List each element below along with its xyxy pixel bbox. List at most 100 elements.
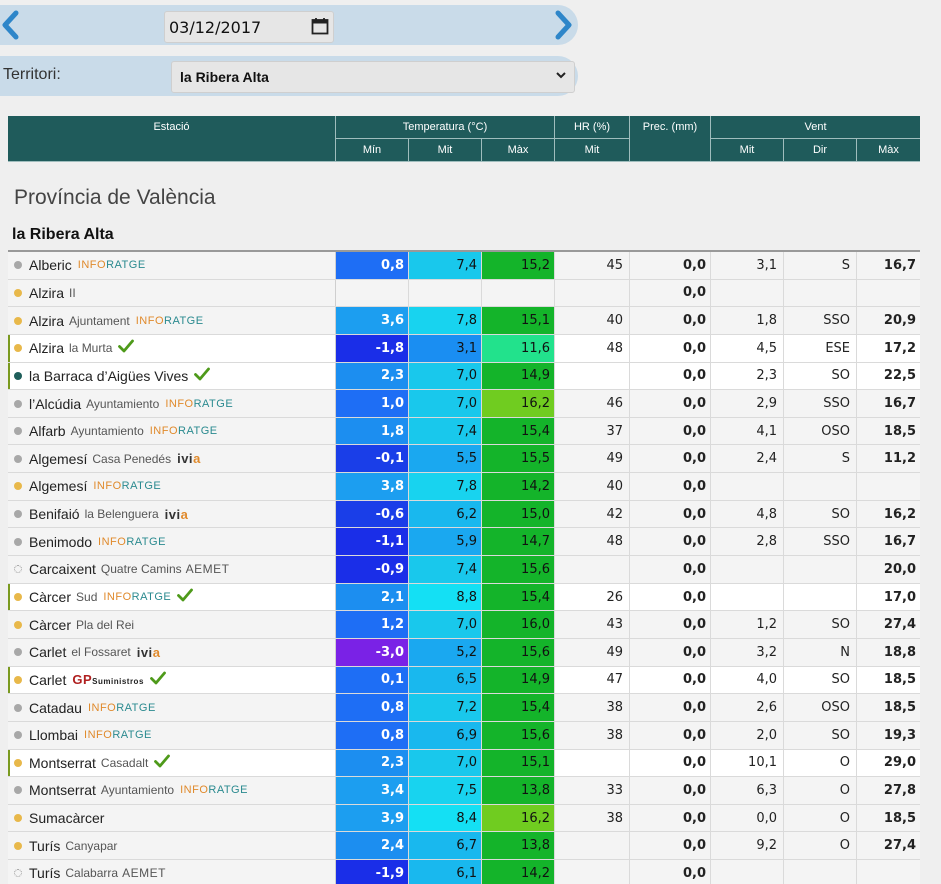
previous-day-arrow-icon[interactable] — [0, 9, 22, 41]
table-row[interactable]: Càrcer Sud INFORATGE 2,1 8,8 15,4 26 0,0 17,0 — [8, 583, 920, 612]
station-cell[interactable]: l’Alcúdia Ayuntamiento INFORATGE — [8, 390, 336, 417]
table-row[interactable]: Turís Calabarra AEMET -1,9 6,1 14,2 0,0 — [8, 860, 920, 884]
station-cell[interactable]: Montserrat Ayuntamiento INFORATGE — [8, 777, 336, 804]
header-precipitation[interactable]: Prec. (mm) — [630, 116, 711, 162]
station-cell[interactable]: Sumacàrcer — [8, 804, 336, 832]
station-cell[interactable]: Càrcer Pla del Rei — [8, 611, 336, 638]
station-name[interactable]: Carlet — [29, 644, 66, 660]
station-cell[interactable]: Carlet GPSuministros — [8, 666, 336, 694]
table-row[interactable]: Algemesí Casa Penedés ivia -0,1 5,5 15,5 49 0,0… — [8, 445, 920, 474]
station-name[interactable]: Càrcer — [29, 589, 71, 605]
table-row[interactable]: Alzira la Murta -1,8 3,1 11,6 48 0,0 4,5 ESE 17,2 — [8, 334, 920, 363]
table-row[interactable]: Alzira Ajuntament INFORATGE 3,6 7,8 15,1 40 0,0… — [8, 307, 920, 335]
station-cell[interactable]: Alberic INFORATGE — [8, 252, 336, 279]
station-cell[interactable]: Alzira la Murta — [8, 334, 336, 362]
station-cell[interactable]: Càrcer Sud INFORATGE — [8, 583, 336, 611]
station-cell[interactable]: Alzira II — [8, 279, 336, 307]
station-name[interactable]: Montserrat — [29, 755, 96, 771]
station-cell[interactable]: Montserrat Casadalt — [8, 749, 336, 777]
station-name[interactable]: Alberic — [29, 257, 72, 273]
date-input[interactable]: 03/12/2017 — [164, 11, 334, 43]
station-cell[interactable]: Benifaió la Belenguera ivia — [8, 500, 336, 528]
station-cell[interactable]: Algemesí Casa Penedés ivia — [8, 445, 336, 473]
wind-dir-cell: OSO — [784, 417, 857, 445]
table-row[interactable]: Benimodo INFORATGE -1,1 5,9 14,7 48 0,0 2,8 SSO 1… — [8, 528, 920, 557]
station-cell[interactable]: Carlet el Fossaret ivia — [8, 638, 336, 666]
station-name[interactable]: Alzira — [29, 340, 64, 356]
station-name[interactable]: Algemesí — [29, 451, 87, 467]
header-humidity: HR (%) — [555, 116, 630, 139]
temp-max-cell: 15,4 — [482, 417, 555, 445]
station-name[interactable]: l’Alcúdia — [29, 396, 81, 412]
table-row[interactable]: Càrcer Pla del Rei 1,2 7,0 16,0 43 0,0 1,2 SO 27,… — [8, 611, 920, 639]
temp-mit-cell: 7,5 — [409, 777, 482, 804]
station-location: Casa Penedés — [92, 451, 172, 466]
next-day-arrow-icon[interactable] — [552, 9, 574, 41]
table-row[interactable]: Carlet el Fossaret ivia -3,0 5,2 15,6 49 0,0 3,2… — [8, 638, 920, 667]
table-row[interactable]: Catadau INFORATGE 0,8 7,2 15,4 38 0,0 2,6 OSO 18,… — [8, 694, 920, 722]
table-row[interactable]: Llombai INFORATGE 0,8 6,9 15,6 38 0,0 2,0 SO 19,3 — [8, 721, 920, 750]
station-name[interactable]: Sumacàrcer — [29, 810, 104, 826]
table-row[interactable]: l’Alcúdia Ayuntamiento INFORATGE 1,0 7,0 16,2… — [8, 390, 920, 418]
station-name[interactable]: Algemesí — [29, 478, 87, 494]
station-name[interactable]: Turís — [29, 838, 60, 854]
station-cell[interactable]: la Barraca d’Aigües Vives — [8, 362, 336, 390]
header-temp-mit[interactable]: Mit — [409, 139, 482, 162]
table-row[interactable]: Carcaixent Quatre Camins AEMET -0,9 7,4 15,6 0… — [8, 556, 920, 584]
station-name[interactable]: Turís — [29, 865, 60, 881]
station-name[interactable]: Alzira — [29, 313, 64, 329]
calendar-icon[interactable] — [311, 17, 329, 35]
table-row[interactable]: Turís Canyapar 2,4 6,7 13,8 0,0 9,2 O 27,4 — [8, 832, 920, 861]
header-station[interactable]: Estació — [8, 116, 336, 162]
table-row[interactable]: Sumacàrcer 3,9 8,4 16,2 38 0,0 0,0 O 18,5 — [8, 804, 920, 833]
station-cell[interactable]: Carcaixent Quatre Camins AEMET — [8, 556, 336, 583]
inforatge-logo: INFORATGE — [98, 535, 166, 548]
status-dot-icon — [14, 482, 22, 491]
table-row[interactable]: Montserrat Casadalt 2,3 7,0 15,1 0,0 10,1 O 29,0 — [8, 749, 920, 778]
station-cell[interactable]: Turís Canyapar — [8, 832, 336, 860]
table-row[interactable]: Carlet GPSuministros 0,1 6,5 14,9 47 0,0 4,0 SO 1… — [8, 666, 920, 695]
wind-mit-cell: 2,9 — [711, 390, 784, 417]
station-name[interactable]: Benifaió — [29, 506, 80, 522]
station-cell[interactable]: Alzira Ajuntament INFORATGE — [8, 307, 336, 334]
station-name[interactable]: Càrcer — [29, 617, 71, 633]
table-row[interactable]: Alfarb Ayuntamiento INFORATGE 1,8 7,4 15,4 37 0… — [8, 417, 920, 446]
temp-mit-cell: 6,1 — [409, 860, 482, 884]
station-cell[interactable]: Turís Calabarra AEMET — [8, 860, 336, 884]
wind-dir-cell: SSO — [784, 390, 857, 417]
header-humidity-mit[interactable]: Mit — [555, 139, 630, 162]
table-row[interactable]: la Barraca d’Aigües Vives 2,3 7,0 14,9 0,0 2,… — [8, 362, 920, 391]
station-cell[interactable]: Alfarb Ayuntamiento INFORATGE — [8, 417, 336, 445]
wind-max-cell: 18,5 — [883, 810, 916, 826]
station-name[interactable]: Montserrat — [29, 782, 96, 798]
status-dot-icon — [14, 703, 22, 712]
wind-dir-cell: SO — [784, 666, 857, 694]
station-name[interactable]: Carlet — [29, 672, 66, 688]
station-name[interactable]: Carcaixent — [29, 561, 96, 577]
temp-min-cell: 3,4 — [336, 777, 409, 804]
station-cell[interactable]: Llombai INFORATGE — [8, 721, 336, 749]
station-location: la Belenguera — [84, 507, 159, 522]
humidity-cell: 47 — [555, 666, 630, 694]
station-name[interactable]: Alfarb — [29, 423, 66, 439]
station-name[interactable]: Catadau — [29, 700, 82, 716]
table-row[interactable]: Alzira II 0,0 — [8, 279, 920, 308]
table-row[interactable]: Montserrat Ayuntamiento INFORATGE 3,4 7,5 13,… — [8, 777, 920, 805]
territory-select[interactable]: la Ribera Alta — [171, 61, 575, 93]
header-wind-dir[interactable]: Dir — [784, 139, 857, 162]
table-row[interactable]: Algemesí INFORATGE 3,8 7,8 14,2 40 0,0 — [8, 473, 920, 501]
table-row[interactable]: Alberic INFORATGE 0,8 7,4 15,2 45 0,0 3,1 S 16,7 — [8, 252, 920, 280]
header-wind-max[interactable]: Màx — [857, 139, 920, 162]
station-cell[interactable]: Algemesí INFORATGE — [8, 473, 336, 500]
table-row[interactable]: Benifaió la Belenguera ivia -0,6 6,2 15,0 42 0,… — [8, 500, 920, 529]
station-cell[interactable]: Benimodo INFORATGE — [8, 528, 336, 556]
station-name[interactable]: Llombai — [29, 727, 78, 743]
header-temp-min[interactable]: Mín — [336, 139, 409, 162]
header-temp-max[interactable]: Màx — [482, 139, 555, 162]
station-name[interactable]: Benimodo — [29, 534, 92, 550]
header-wind-mit[interactable]: Mit — [711, 139, 784, 162]
status-dot-icon — [14, 565, 22, 574]
station-name[interactable]: la Barraca d’Aigües Vives — [29, 368, 188, 384]
station-name[interactable]: Alzira — [29, 285, 64, 301]
station-cell[interactable]: Catadau INFORATGE — [8, 694, 336, 721]
